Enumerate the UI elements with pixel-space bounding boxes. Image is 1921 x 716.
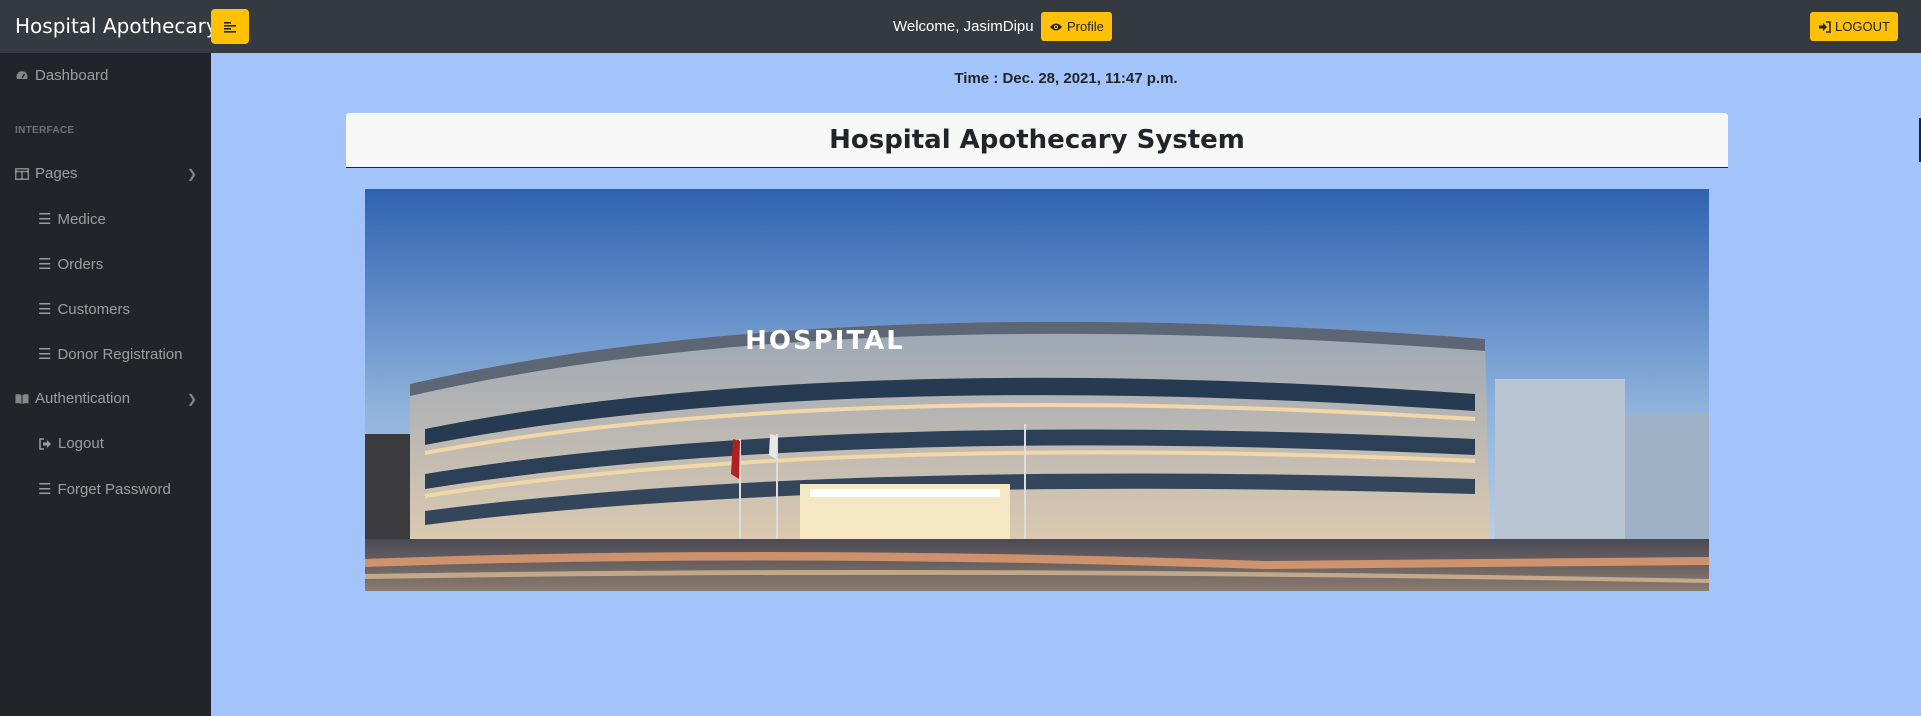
sidebar-item-label: Donor Registration [57, 345, 183, 363]
sidebar: Dashboard INTERFACE Pages ❯ ☰ Medice ☰ O… [0, 53, 211, 716]
sidebar-item-label: Customers [57, 300, 130, 318]
sidebar-item-orders[interactable]: ☰ Orders [38, 255, 104, 274]
brand-title[interactable]: Hospital Apothecary [15, 0, 218, 53]
sidebar-item-logout[interactable]: Logout [38, 435, 104, 452]
page-title: Hospital Apothecary System [829, 125, 1245, 155]
sidebar-toggle-button[interactable] [211, 9, 249, 44]
sidebar-item-donor-registration[interactable]: ☰ Donor Registration [38, 345, 183, 364]
chevron-right-icon: ❯ [187, 166, 198, 181]
top-navbar: Hospital Apothecary Welcome, JasimDipu P… [0, 0, 1921, 53]
sidebar-item-authentication[interactable]: Authentication ❯ [15, 390, 197, 407]
sidebar-item-pages[interactable]: Pages ❯ [15, 165, 197, 182]
card-header: Hospital Apothecary System [346, 113, 1728, 168]
sidebar-item-dashboard[interactable]: Dashboard [15, 67, 108, 84]
list-icon: ☰ [38, 256, 52, 273]
sidebar-heading-interface: INTERFACE [15, 125, 75, 136]
sign-in-icon [1819, 20, 1831, 33]
sidebar-item-label: Pages [35, 165, 78, 182]
sidebar-item-label: Dashboard [35, 67, 109, 84]
align-left-icon [224, 21, 236, 33]
sidebar-item-label: Medice [57, 210, 106, 228]
current-time-text: Time : Dec. 28, 2021, 11:47 p.m. [954, 70, 1178, 87]
sidebar-item-label: Logout [58, 435, 104, 452]
list-icon: ☰ [38, 346, 52, 363]
sidebar-item-label: Forget Password [57, 480, 171, 498]
tachometer-icon [15, 69, 29, 83]
columns-icon [15, 167, 29, 181]
profile-label: Profile [1067, 19, 1104, 34]
sidebar-item-forget-password[interactable]: ☰ Forget Password [38, 480, 171, 499]
list-icon: ☰ [38, 481, 52, 498]
hospital-building-image: HOSPITAL [365, 189, 1709, 591]
eye-icon [1050, 23, 1062, 30]
logout-button[interactable]: LOGOUT [1810, 12, 1898, 41]
logout-label: LOGOUT [1835, 19, 1890, 34]
sidebar-item-label: Orders [57, 255, 104, 273]
welcome-text: Welcome, JasimDipu [893, 18, 1034, 35]
book-open-icon [15, 392, 29, 406]
list-icon: ☰ [38, 301, 52, 318]
sidebar-item-customers[interactable]: ☰ Customers [38, 300, 130, 319]
sidebar-item-medice[interactable]: ☰ Medice [38, 210, 106, 229]
list-icon: ☰ [38, 211, 52, 228]
hospital-sign-text: HOSPITAL [745, 326, 905, 356]
sidebar-item-label: Authentication [35, 390, 131, 407]
sign-out-icon [38, 437, 52, 451]
chevron-right-icon: ❯ [187, 391, 198, 406]
profile-button[interactable]: Profile [1041, 12, 1112, 41]
